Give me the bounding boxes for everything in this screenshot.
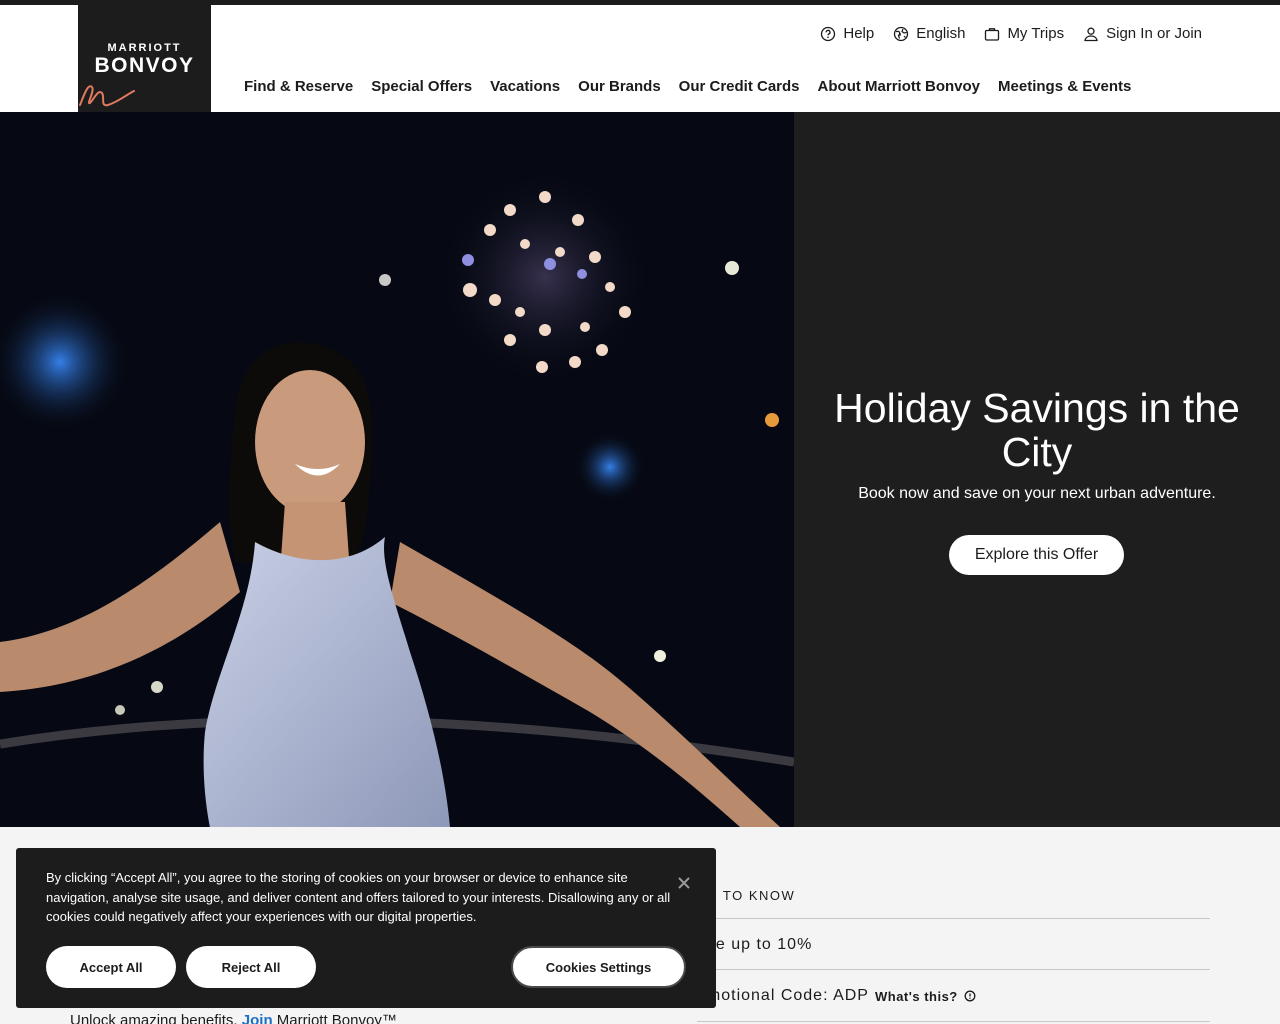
language-label: English: [916, 25, 966, 42]
accept-all-button[interactable]: Accept All: [46, 946, 176, 988]
promo-code-text: omotional Code: ADP: [697, 987, 869, 1004]
site-header: MARRIOTT BONVOY Help English My Trips Si…: [0, 5, 1280, 112]
nav-credit-cards[interactable]: Our Credit Cards: [679, 78, 800, 95]
whats-this-link[interactable]: What's this?: [875, 989, 958, 1004]
hero-subtitle: Book now and save on your next urban adv…: [858, 485, 1216, 502]
utility-nav: Help English My Trips Sign In or Join: [820, 25, 1202, 42]
nav-about[interactable]: About Marriott Bonvoy: [818, 78, 981, 95]
close-icon[interactable]: [676, 875, 692, 891]
nav-special-offers[interactable]: Special Offers: [371, 78, 472, 95]
sign-in-label: Sign In or Join: [1106, 25, 1202, 42]
hero-offer-panel: Holiday Savings in the City Book now and…: [794, 112, 1280, 827]
nav-our-brands[interactable]: Our Brands: [578, 78, 661, 95]
help-label: Help: [843, 25, 875, 42]
explore-offer-button[interactable]: Explore this Offer: [949, 535, 1124, 575]
divider: [697, 969, 1210, 970]
divider: [697, 918, 1210, 919]
logo-swash-icon: [79, 85, 135, 107]
logo-line-1: MARRIOTT: [107, 42, 182, 54]
marriott-bonvoy-logo[interactable]: MARRIOTT BONVOY: [78, 5, 211, 112]
nav-find-reserve[interactable]: Find & Reserve: [244, 78, 353, 95]
hero-image: [0, 112, 794, 827]
nav-vacations[interactable]: Vacations: [490, 78, 560, 95]
promo-code-row: omotional Code: ADP What's this?: [697, 987, 976, 1005]
divider: [697, 1021, 1210, 1022]
cookie-consent-text: By clicking “Accept All”, you agree to t…: [46, 870, 671, 924]
reject-all-button[interactable]: Reject All: [186, 946, 316, 988]
unlock-prefix: Unlock amazing benefits.: [70, 1012, 238, 1024]
hero-title: Holiday Savings in the City: [834, 385, 1240, 475]
user-icon: [1084, 27, 1098, 41]
language-selector[interactable]: English: [893, 25, 965, 42]
unlock-suffix: Marriott Bonvoy™: [276, 1012, 397, 1024]
join-link[interactable]: Join: [242, 1012, 273, 1024]
cookie-consent-banner: By clicking “Accept All”, you agree to t…: [16, 848, 716, 1008]
nav-meetings-events[interactable]: Meetings & Events: [998, 78, 1131, 95]
my-trips-label: My Trips: [1007, 25, 1065, 42]
unlock-benefits-text: Unlock amazing benefits. Join Marriott B…: [70, 1012, 397, 1024]
globe-icon: [894, 26, 909, 41]
info-circle-icon[interactable]: [964, 990, 976, 1002]
help-link[interactable]: Help: [820, 25, 874, 42]
cookies-settings-button[interactable]: Cookies Settings: [511, 946, 686, 988]
main-nav: Find & Reserve Special Offers Vacations …: [244, 78, 1131, 95]
help-circle-icon: [821, 26, 836, 41]
my-trips-link[interactable]: My Trips: [984, 25, 1064, 42]
suitcase-icon: [985, 27, 1000, 41]
hero-photo-illustration: [0, 112, 794, 827]
sign-in-link[interactable]: Sign In or Join: [1083, 25, 1202, 42]
